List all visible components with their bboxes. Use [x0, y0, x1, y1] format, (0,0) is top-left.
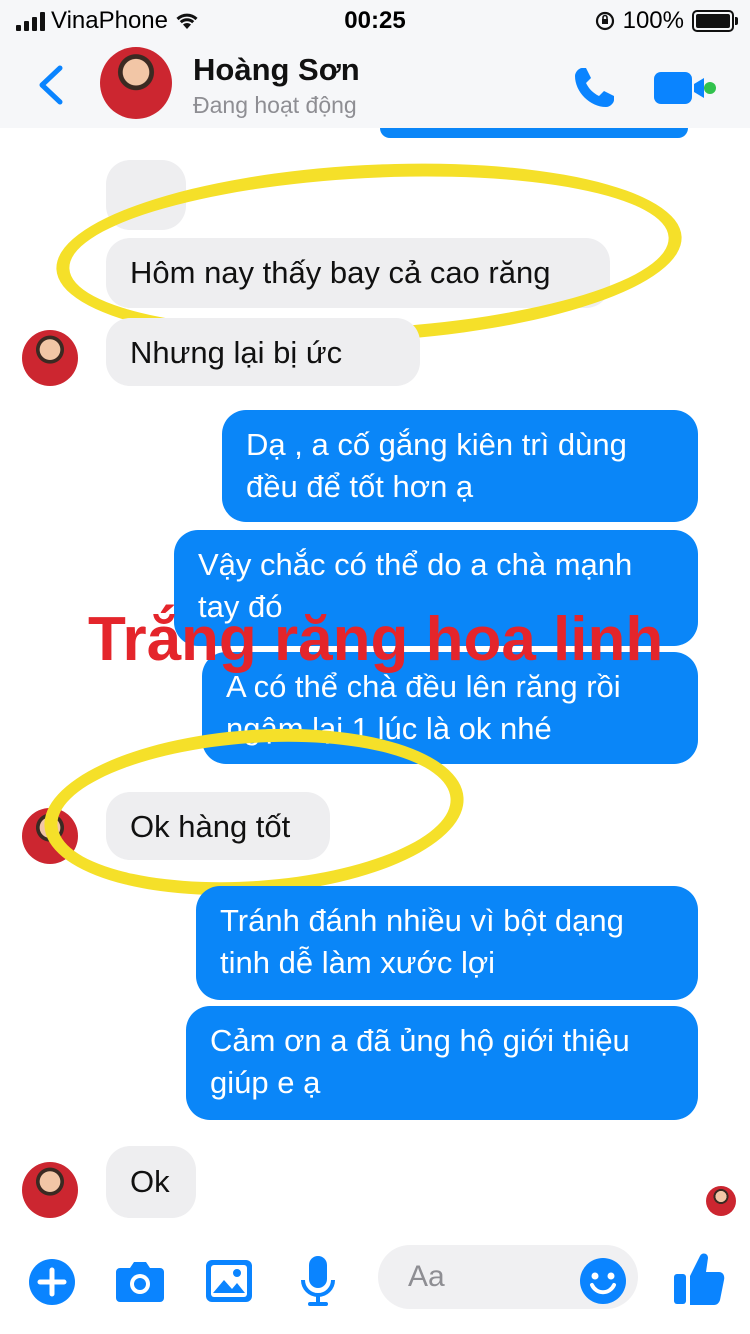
- message-text: Nhưng lại bị ức: [130, 335, 343, 370]
- battery-info: 100%: [595, 7, 738, 35]
- message-input[interactable]: [406, 1259, 570, 1295]
- conversation-header: Hoàng Sơn Đang hoạt động: [0, 40, 750, 128]
- microphone-icon[interactable]: [298, 1254, 338, 1308]
- sender-avatar: [22, 330, 78, 386]
- message-line: giúp e ạ: [210, 1065, 321, 1100]
- message-line: tinh dễ làm xước lợi: [220, 945, 496, 980]
- watermark-text: Trắng răng hoa linh: [88, 605, 664, 674]
- back-chevron-icon[interactable]: [36, 64, 64, 106]
- image-icon[interactable]: [204, 1258, 254, 1304]
- battery-icon: [692, 10, 738, 32]
- incoming-message[interactable]: Ok: [106, 1146, 196, 1218]
- message-line: Cảm ơn a đã ủng hộ giới thiệu: [210, 1023, 630, 1058]
- outgoing-message[interactable]: Dạ , a cố gắng kiên trì dùng đều để tốt …: [222, 410, 698, 522]
- presence-status: Đang hoạt động: [193, 92, 357, 118]
- sender-avatar: [22, 1162, 78, 1218]
- camera-icon[interactable]: [114, 1258, 166, 1304]
- phone-icon[interactable]: [570, 64, 618, 112]
- outgoing-message[interactable]: Cảm ơn a đã ủng hộ giới thiệu giúp e ạ: [186, 1006, 698, 1120]
- message-text: Ok: [130, 1164, 170, 1199]
- message-line: Vậy chắc có thể do a chà mạnh: [198, 547, 633, 582]
- contact-avatar[interactable]: [100, 47, 172, 119]
- thumbs-up-icon[interactable]: [672, 1250, 726, 1308]
- composer-bar: [0, 1240, 750, 1334]
- message-line: Dạ , a cố gắng kiên trì dùng: [246, 427, 627, 462]
- seen-receipt-avatar: [706, 1186, 736, 1216]
- video-camera-icon[interactable]: [652, 68, 716, 108]
- orientation-lock-icon: [595, 11, 614, 31]
- message-line: Tránh đánh nhiều vì bột dạng: [220, 903, 624, 938]
- contact-name[interactable]: Hoàng Sơn: [193, 52, 360, 88]
- outgoing-message[interactable]: Tránh đánh nhiều vì bột dạng tinh dễ làm…: [196, 886, 698, 1000]
- message-line: đều để tốt hơn ạ: [246, 469, 474, 504]
- status-bar: VinaPhone 00:25 100%: [0, 0, 750, 40]
- plus-icon[interactable]: [28, 1258, 76, 1306]
- battery-percent: 100%: [622, 7, 684, 34]
- incoming-message[interactable]: Nhưng lại bị ức: [106, 318, 420, 386]
- emoji-icon[interactable]: [578, 1256, 628, 1306]
- previous-outgoing-bubble-edge: [380, 128, 688, 138]
